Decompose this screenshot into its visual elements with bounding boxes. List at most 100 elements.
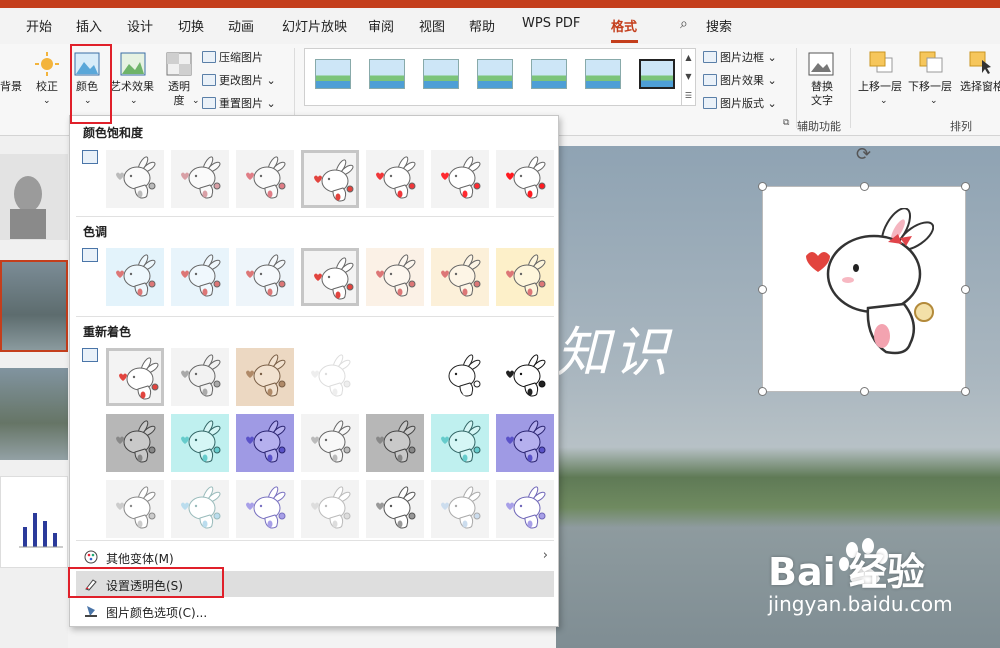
color-swatch-option[interactable] [366, 480, 424, 538]
tab-review[interactable]: 审阅 [368, 16, 394, 35]
color-swatch-option[interactable] [106, 480, 164, 538]
picture-effects-button[interactable]: 图片效果 ⌄ [703, 72, 777, 88]
bring-forward-button[interactable]: 上移一层 [858, 80, 902, 94]
resize-handle[interactable] [758, 387, 767, 396]
gallery-scroll-down[interactable]: ▼ [681, 68, 695, 87]
reset-picture-button[interactable]: 重置图片 ⌄ [202, 95, 276, 111]
gallery-expand[interactable]: ☰ [681, 87, 695, 106]
resize-handle[interactable] [758, 285, 767, 294]
remove-background-button[interactable]: 背景 [0, 80, 22, 94]
tab-transitions[interactable]: 切换 [178, 16, 204, 35]
alt-text-button[interactable]: 替换文字 [808, 80, 836, 108]
picture-style-option[interactable] [639, 59, 675, 89]
color-swatch-option[interactable] [106, 414, 164, 472]
color-swatch-option[interactable] [496, 480, 554, 538]
search-label[interactable]: 搜索 [706, 16, 732, 35]
tab-insert[interactable]: 插入 [76, 16, 102, 35]
tab-home[interactable]: 开始 [26, 16, 52, 35]
color-swatch-option[interactable] [431, 414, 489, 472]
resize-handle[interactable] [961, 285, 970, 294]
rotate-handle-icon[interactable]: ⟳ [856, 146, 871, 165]
color-swatch-option[interactable] [431, 150, 489, 208]
corrections-button[interactable]: 校正 [36, 80, 58, 94]
resize-handle[interactable] [961, 387, 970, 396]
color-swatch-option[interactable] [171, 248, 229, 306]
color-swatch-option[interactable] [171, 348, 229, 406]
send-backward-button[interactable]: 下移一层 [908, 80, 952, 94]
color-swatch-option[interactable] [171, 480, 229, 538]
color-swatch-option[interactable] [106, 150, 164, 208]
color-swatch-option[interactable] [496, 150, 554, 208]
color-swatch-option[interactable] [366, 348, 424, 406]
tone-section-title: 色调 [83, 225, 108, 239]
change-picture-button[interactable]: 更改图片 ⌄ [202, 72, 276, 88]
picture-style-option[interactable] [531, 59, 567, 89]
color-swatch-option[interactable] [431, 348, 489, 406]
search-icon[interactable]: ⌕ [680, 16, 688, 32]
color-swatch-option[interactable] [366, 150, 424, 208]
color-swatch-option[interactable] [366, 248, 424, 306]
color-swatch-option[interactable] [496, 248, 554, 306]
color-swatch-option[interactable] [301, 348, 359, 406]
artistic-effects-button[interactable]: 艺术效果 [110, 80, 154, 94]
slide-thumbnails-panel [0, 136, 68, 648]
color-swatch-option[interactable] [301, 480, 359, 538]
color-swatch-option[interactable] [236, 248, 294, 306]
color-swatch-option[interactable] [431, 248, 489, 306]
picture-layout-button[interactable]: 图片版式 ⌄ [703, 95, 777, 111]
picture-style-option[interactable] [477, 59, 513, 89]
bunny-swatch-icon [181, 156, 221, 199]
dialog-launcher-icon[interactable]: ⧉ [783, 118, 789, 128]
resize-handle[interactable] [860, 387, 869, 396]
color-swatch-option[interactable] [301, 248, 359, 306]
picture-border-button[interactable]: 图片边框 ⌄ [703, 49, 777, 65]
resize-handle[interactable] [758, 182, 767, 191]
color-swatch-option[interactable] [236, 480, 294, 538]
color-swatch-option[interactable] [301, 414, 359, 472]
tab-animations[interactable]: 动画 [228, 16, 254, 35]
sun-icon [35, 52, 59, 76]
transparency-button[interactable]: 透明度 [166, 80, 192, 108]
slide-canvas[interactable]: 知识 ⟳ Bai 经验 jingyan.baidu.com [556, 146, 1000, 648]
resize-handle[interactable] [860, 182, 869, 191]
highlight-set-transparent [68, 567, 224, 598]
color-swatch-option[interactable] [236, 414, 294, 472]
color-swatch-option[interactable] [431, 480, 489, 538]
bunny-swatch-icon [506, 354, 546, 397]
compress-pictures-button[interactable]: 压缩图片 [202, 49, 263, 65]
group-arrange-label: 排列 [950, 120, 972, 133]
color-swatch-option[interactable] [496, 348, 554, 406]
picture-style-option[interactable] [585, 59, 621, 89]
gallery-scroll-up[interactable]: ▲ [681, 49, 695, 68]
tab-help[interactable]: 帮助 [469, 16, 495, 35]
slide-title-text[interactable]: 知识 [556, 308, 672, 387]
color-swatch-option[interactable] [236, 150, 294, 208]
tab-slideshow[interactable]: 幻灯片放映 [282, 16, 347, 35]
transparency-icon [166, 52, 192, 76]
color-swatch-option[interactable] [171, 150, 229, 208]
color-swatch-option[interactable] [366, 414, 424, 472]
bunny-swatch-icon [311, 486, 351, 529]
slide-thumbnail[interactable] [0, 368, 68, 460]
color-swatch-option[interactable] [301, 150, 359, 208]
picture-style-option[interactable] [315, 59, 351, 89]
picture-color-options-item[interactable]: 图片颜色选项(C)... [76, 598, 554, 624]
color-dropdown-panel: 颜色饱和度 色调 重新着色 其他变体(M) › 设置透明色(S) 图片颜色选项(… [69, 115, 559, 627]
color-swatch-option[interactable] [171, 414, 229, 472]
tab-view[interactable]: 视图 [419, 16, 445, 35]
tab-design[interactable]: 设计 [127, 16, 153, 35]
color-swatch-option[interactable] [106, 348, 164, 406]
color-swatch-option[interactable] [496, 414, 554, 472]
picture-style-option[interactable] [423, 59, 459, 89]
selection-pane-button[interactable]: 选择窗格 [960, 80, 1000, 94]
color-swatch-option[interactable] [236, 348, 294, 406]
bunny-picture-icon [806, 208, 934, 355]
resize-handle[interactable] [961, 182, 970, 191]
slide-thumbnail[interactable] [0, 476, 68, 568]
picture-style-option[interactable] [369, 59, 405, 89]
tab-format[interactable]: 格式 [611, 16, 637, 35]
tab-wps-pdf[interactable]: WPS PDF [522, 16, 580, 31]
color-swatch-option[interactable] [106, 248, 164, 306]
slide-thumbnail[interactable] [0, 154, 68, 240]
slide-thumbnail-active[interactable] [0, 260, 68, 352]
